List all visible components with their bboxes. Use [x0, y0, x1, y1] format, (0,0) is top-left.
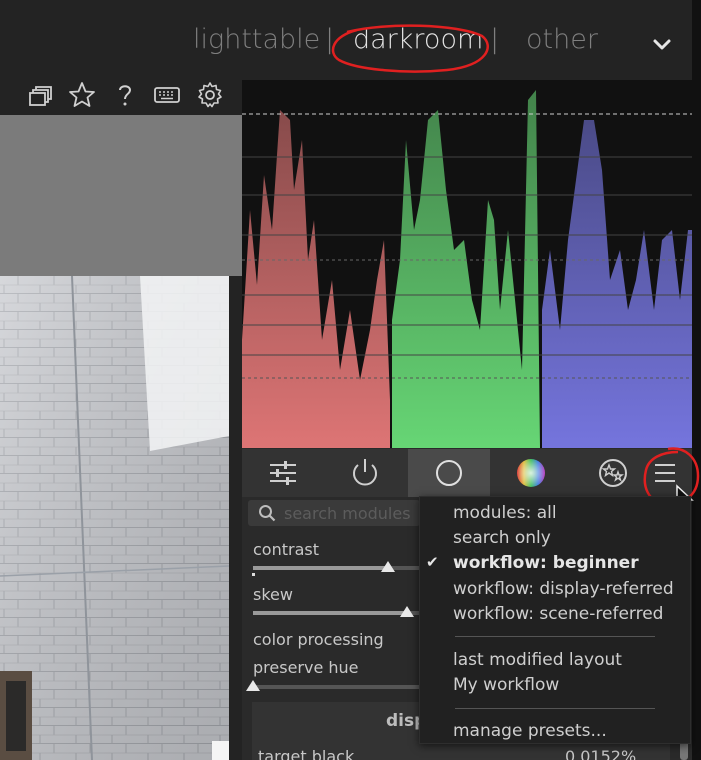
skew-slider[interactable]	[253, 611, 420, 615]
tab-quick-access[interactable]	[242, 449, 324, 497]
tab-active-modules[interactable]	[324, 449, 406, 497]
sliders-icon	[270, 461, 296, 485]
menu-item-my-workflow[interactable]: My workflow	[453, 675, 559, 695]
slider-origin-marker	[252, 573, 255, 576]
hamburger-menu-icon	[654, 464, 675, 482]
menu-item-manage-presets[interactable]: manage presets...	[453, 721, 607, 741]
menu-item-workflow-display-referred[interactable]: workflow: display-referred	[453, 579, 674, 599]
gear-icon[interactable]	[195, 80, 225, 110]
target-black-value[interactable]: 0.0152%	[565, 747, 636, 760]
skew-label: skew	[253, 585, 293, 604]
tab-base[interactable]	[408, 449, 490, 497]
help-icon[interactable]	[110, 80, 140, 110]
keyboard-icon[interactable]	[152, 80, 182, 110]
preserve-hue-label: preserve hue	[253, 658, 359, 677]
contrast-slider-fill	[253, 566, 389, 570]
photo-preview[interactable]	[0, 276, 229, 760]
module-group-tabs	[242, 449, 692, 497]
waveform-scope[interactable]	[242, 80, 692, 448]
skew-slider-thumb[interactable]	[399, 606, 414, 617]
preserve-hue-slider-thumb[interactable]	[246, 680, 260, 691]
view-lighttable[interactable]: lighttable	[193, 24, 320, 64]
color-wheel-icon	[517, 459, 545, 487]
power-icon	[353, 459, 377, 486]
presets-menu-button[interactable]	[637, 449, 692, 497]
magic-effect-icon	[599, 459, 627, 487]
skew-slider-fill	[253, 611, 407, 615]
menu-separator	[455, 636, 655, 637]
overlapping-windows-icon[interactable]	[25, 82, 55, 112]
chevron-down-icon[interactable]	[650, 33, 674, 57]
circle-icon	[436, 460, 462, 486]
target-black-label: target black	[258, 747, 355, 760]
global-toolbar	[0, 80, 242, 115]
view-darkroom[interactable]: darkroom	[353, 24, 483, 64]
menu-item-workflow-scene-referred[interactable]: workflow: scene-referred	[453, 604, 663, 624]
window-edge	[692, 0, 701, 760]
view-separator: |	[490, 24, 500, 55]
view-separator: |	[325, 24, 335, 55]
menu-item-last-modified-layout[interactable]: last modified layout	[453, 650, 622, 670]
checkmark-icon: ✔	[426, 553, 439, 571]
canvas-background	[0, 115, 242, 276]
menu-item-workflow-beginner[interactable]: workflow: beginner	[453, 553, 639, 573]
search-modules-box[interactable]	[248, 500, 420, 526]
presets-dropdown-menu: modules: all search only ✔ workflow: beg…	[419, 496, 691, 744]
preserve-hue-slider[interactable]	[253, 685, 420, 689]
menu-separator	[455, 708, 655, 709]
tab-color[interactable]	[490, 449, 572, 497]
menu-item-search-only[interactable]: search only	[453, 528, 551, 548]
view-other[interactable]: other	[526, 24, 598, 64]
menu-item-modules-all[interactable]: modules: all	[453, 503, 557, 523]
color-processing-label: color processing	[253, 630, 384, 649]
search-icon	[259, 505, 276, 522]
star-icon[interactable]	[67, 80, 97, 110]
search-input[interactable]	[284, 502, 420, 524]
contrast-label: contrast	[253, 540, 319, 559]
contrast-slider-thumb[interactable]	[381, 561, 396, 572]
panel-gutter	[229, 276, 242, 760]
